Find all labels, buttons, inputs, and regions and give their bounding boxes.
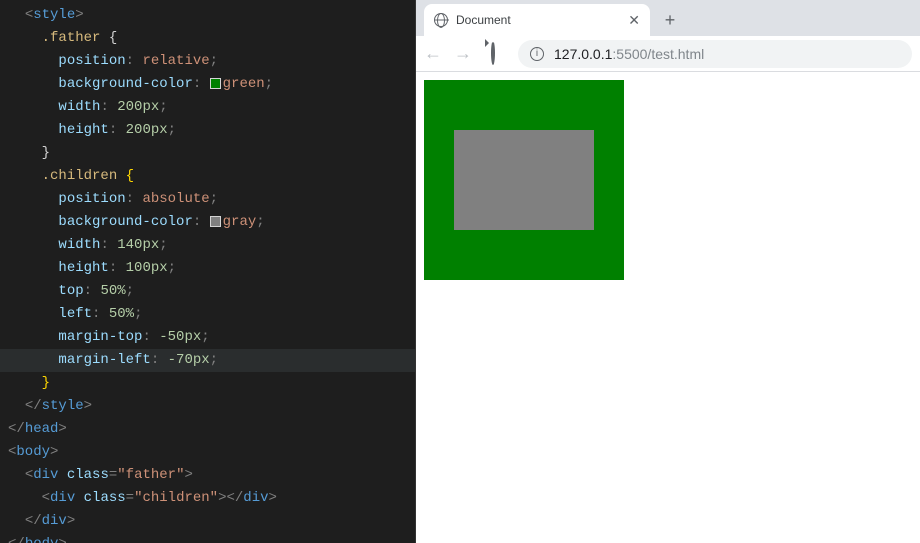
close-icon[interactable]: ✕ <box>628 12 640 29</box>
forward-button[interactable]: → <box>454 43 472 64</box>
code-line: </div> <box>0 510 415 533</box>
url-input[interactable]: i 127.0.0.1:5500/test.html <box>518 40 912 68</box>
address-bar: ← → i 127.0.0.1:5500/test.html <box>416 36 920 72</box>
code-line: .children { <box>0 165 415 188</box>
reload-button[interactable] <box>484 43 502 64</box>
code-line: </style> <box>0 395 415 418</box>
code-line: </body> <box>0 533 415 543</box>
color-swatch-gray <box>210 216 221 227</box>
code-line: left: 50%; <box>0 303 415 326</box>
code-line: position: absolute; <box>0 188 415 211</box>
browser-tab[interactable]: Document ✕ <box>424 4 650 36</box>
info-icon[interactable]: i <box>530 47 544 61</box>
code-line: <body> <box>0 441 415 464</box>
code-line: width: 200px; <box>0 96 415 119</box>
tab-title: Document <box>456 13 620 27</box>
code-line: background-color: gray; <box>0 211 415 234</box>
code-line: height: 100px; <box>0 257 415 280</box>
color-swatch-green <box>210 78 221 89</box>
browser-window: Document ✕ + ← → i 127.0.0.1:5500/test.h… <box>415 0 920 543</box>
code-line: margin-top: -50px; <box>0 326 415 349</box>
father-box <box>424 80 624 280</box>
code-line: <div class="father"> <box>0 464 415 487</box>
tab-bar: Document ✕ + <box>416 0 920 36</box>
reload-icon <box>491 41 495 65</box>
children-box <box>454 130 594 230</box>
code-line: <div class="children"></div> <box>0 487 415 510</box>
code-line: top: 50%; <box>0 280 415 303</box>
code-line: height: 200px; <box>0 119 415 142</box>
code-line-active: margin-left: -70px; <box>0 349 415 372</box>
code-line: position: relative; <box>0 50 415 73</box>
new-tab-button[interactable]: + <box>656 6 684 34</box>
page-viewport <box>416 72 920 543</box>
code-line: </head> <box>0 418 415 441</box>
globe-icon <box>434 13 448 27</box>
url-text: 127.0.0.1:5500/test.html <box>554 46 704 62</box>
code-line: } <box>0 142 415 165</box>
code-line: } <box>0 372 415 395</box>
code-editor[interactable]: <style> .father { position: relative; ba… <box>0 0 415 543</box>
code-line: background-color: green; <box>0 73 415 96</box>
code-line: .father { <box>0 27 415 50</box>
code-line: width: 140px; <box>0 234 415 257</box>
code-line: <style> <box>0 4 415 27</box>
back-button[interactable]: ← <box>424 43 442 64</box>
